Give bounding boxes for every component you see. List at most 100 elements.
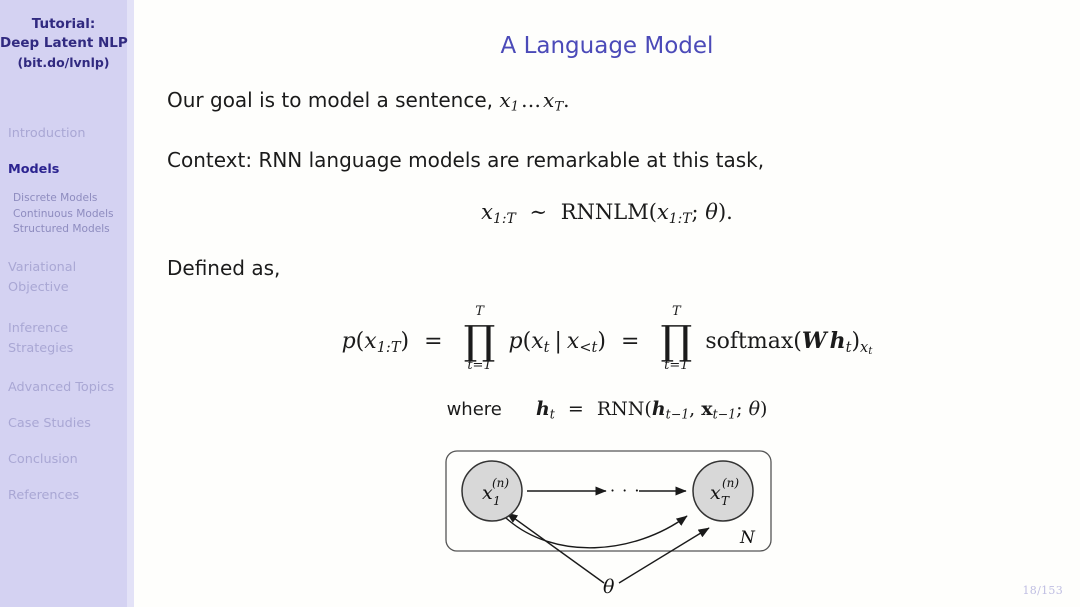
math-equals: =	[620, 329, 640, 354]
math-x: x	[860, 340, 869, 357]
sidebar-item-advanced-topics[interactable]: Advanced Topics	[0, 380, 127, 395]
math-rnn: RNN	[596, 398, 645, 420]
text-goal-prefix: Our goal is to model a sentence,	[167, 88, 493, 112]
math-paren-close: ).	[717, 200, 733, 224]
sidebar-item-inference-strategies-label: Inference Strategies	[8, 320, 74, 356]
math-paren-close: )	[597, 329, 606, 354]
math-sim: ∼	[529, 200, 548, 224]
math-t: t	[868, 345, 873, 358]
sidebar-item-introduction[interactable]: Introduction	[0, 126, 127, 141]
math-sub-t: t	[549, 406, 555, 422]
math-x: x	[481, 200, 494, 224]
math-p: p	[341, 329, 356, 354]
ellipsis-dots: · · ·	[610, 481, 640, 500]
math-semicolon: ;	[736, 398, 749, 420]
edge-theta-to-right-node	[618, 527, 710, 584]
sidebar-item-conclusion[interactable]: Conclusion	[0, 452, 127, 467]
sidebar-subitem-structured-models[interactable]: Structured Models	[0, 222, 127, 238]
sidebar-item-variational-objective-label: Variational Objective	[8, 259, 77, 295]
math-paren-open: (	[355, 329, 365, 354]
math-product-lower-limit: t=1	[460, 358, 500, 373]
sidebar-toc: Introduction Models Discrete Models Cont…	[0, 126, 127, 507]
math-paren-open: (	[522, 329, 532, 354]
toc-spacer	[0, 302, 127, 319]
math-equals: =	[424, 329, 443, 354]
math-sub-lt-t: <t	[579, 340, 597, 356]
page-title: A Language Model	[500, 33, 714, 59]
math-h: h	[651, 398, 666, 420]
math-p: p	[508, 329, 523, 354]
math-semicolon: ;	[691, 200, 706, 224]
math-paren-close: )	[851, 329, 861, 354]
node-x1-superscript: (n)	[492, 476, 509, 490]
node-xT-base: x	[710, 482, 721, 504]
math-x: x	[499, 88, 511, 112]
math-product-lower-limit-text: t=1	[664, 358, 689, 373]
math-sub-range: 1:T	[376, 340, 401, 357]
math-x-bold: x	[701, 398, 713, 420]
text-where-word: where	[446, 399, 502, 420]
sidebar-item-inference-strategies[interactable]: Inference Strategies	[0, 319, 127, 359]
equation-where: where ht = RNN(ht−1, xt−1; θ)	[134, 398, 1080, 422]
equation-distribution: x1:T ∼ RNNLM(x1:T; θ).	[134, 200, 1080, 227]
sidebar-title-line-1: Tutorial:	[31, 16, 96, 32]
node-xT[interactable]	[692, 460, 754, 522]
math-x: x	[566, 329, 580, 354]
math-sub-T: T	[554, 99, 564, 115]
math-ellipsis: …	[521, 88, 542, 112]
toc-spacer	[0, 471, 127, 488]
plate-label-N: N	[739, 528, 756, 548]
math-product-lower-limit: t=1	[656, 358, 696, 373]
math-product-upper-limit: T	[475, 304, 484, 319]
equation-main: p(x1:T) = T ∏ t=1 p(xt | x<t) = T ∏ t=1 so…	[134, 304, 1080, 373]
sidebar-title[interactable]: Tutorial: Deep Latent NLP (bit.do/lvnlp)	[0, 15, 128, 72]
math-paren-open: (	[644, 398, 652, 420]
plate-diagram: x 1 (n) x T (n) · · · N θ	[434, 443, 779, 603]
text-context-line: Context: RNN language models are remarka…	[167, 148, 765, 172]
math-sub-t-minus-1: t−1	[665, 406, 690, 422]
math-paren-close: )	[760, 398, 768, 420]
math-product-glyph: ∏	[463, 318, 496, 364]
sidebar-title-line-3: (bit.do/lvnlp)	[17, 55, 110, 70]
slide-content: A Language Model Our goal is to model a …	[134, 0, 1080, 607]
math-product-upper-limit: T	[672, 304, 681, 319]
sidebar-item-models[interactable]: Models	[0, 162, 127, 177]
math-product-glyph: ∏	[660, 318, 693, 364]
math-x: x	[543, 88, 555, 112]
toc-spacer	[0, 363, 127, 380]
sidebar-item-variational-objective[interactable]: Variational Objective	[0, 258, 127, 298]
toc-spacer	[0, 145, 127, 162]
math-equals: =	[567, 398, 584, 420]
math-W: W	[801, 328, 827, 354]
math-x: x	[364, 329, 377, 354]
sidebar-edge-strip	[127, 0, 134, 607]
plate-diagram-svg: x 1 (n) x T (n) · · · N θ	[445, 450, 772, 598]
math-paren-open: (	[648, 200, 657, 224]
toc-spacer	[0, 181, 127, 191]
math-h: h	[535, 398, 550, 420]
node-x1-subscript: 1	[493, 494, 501, 508]
math-x: x	[531, 329, 544, 354]
sidebar-subitem-continuous-models[interactable]: Continuous Models	[0, 207, 127, 223]
toc-spacer	[0, 399, 127, 416]
math-rnnlm: RNNLM	[560, 200, 649, 224]
math-sub-t-minus-1: t−1	[712, 406, 737, 422]
math-lt: <	[579, 340, 592, 357]
math-paren-open: (	[793, 329, 802, 354]
sidebar-subitem-discrete-models[interactable]: Discrete Models	[0, 191, 127, 207]
math-sub-t: t	[543, 340, 550, 357]
text-defined-line: Defined as,	[167, 256, 281, 280]
math-paren-close: )	[400, 329, 410, 354]
math-x: x	[656, 200, 669, 224]
math-product-lower-limit-text: t=1	[467, 358, 492, 373]
sidebar-item-references[interactable]: References	[0, 488, 127, 503]
node-xT-subscript: T	[721, 494, 730, 508]
math-sub-one: 1	[510, 99, 520, 115]
math-softmax: softmax	[705, 329, 794, 354]
math-mid-bar: |	[554, 329, 562, 354]
text-goal-line: Our goal is to model a sentence, x1… xT.	[167, 88, 569, 115]
sidebar-item-case-studies[interactable]: Case Studies	[0, 416, 127, 431]
math-sentence-range: x1… xT.	[499, 88, 570, 115]
math-sub-range: 1:T	[493, 210, 516, 227]
math-theta: θ	[748, 398, 761, 420]
